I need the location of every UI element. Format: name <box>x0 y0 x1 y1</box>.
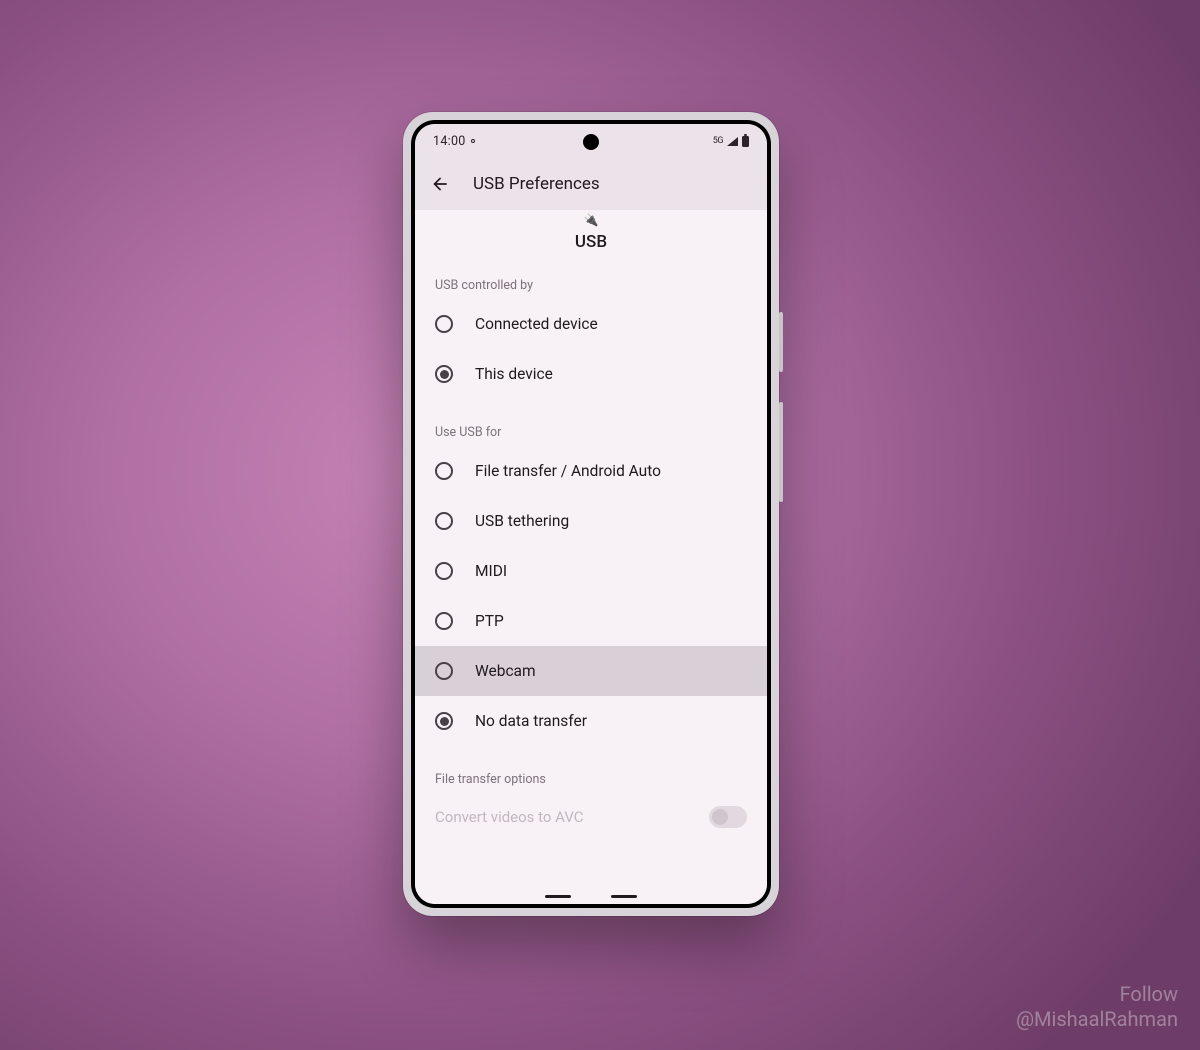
side-button <box>779 402 783 502</box>
signal-icon <box>727 137 738 146</box>
usb-header-label: USB <box>575 232 607 252</box>
status-indicator-icon <box>471 139 475 143</box>
status-time: 14:00 <box>433 134 466 149</box>
arrow-left-icon <box>430 174 450 194</box>
radio-midi[interactable]: MIDI <box>415 546 767 596</box>
radio-icon <box>435 512 453 530</box>
radio-usb-tethering[interactable]: USB tethering <box>415 496 767 546</box>
radio-icon <box>435 365 453 383</box>
radio-label: Connected device <box>475 315 598 333</box>
radio-label: USB tethering <box>475 512 569 530</box>
radio-ptp[interactable]: PTP <box>415 596 767 646</box>
radio-label: File transfer / Android Auto <box>475 462 661 480</box>
back-button[interactable] <box>429 173 451 195</box>
section-title-controlled-by: USB controlled by <box>415 252 767 299</box>
phone-screen: 14:00 5G USB Preferences 🔌 <box>415 124 767 904</box>
page-title: USB Preferences <box>473 174 600 194</box>
radio-label: This device <box>475 365 553 383</box>
radio-webcam[interactable]: Webcam <box>415 646 767 696</box>
section-title-use-for: Use USB for <box>415 399 767 446</box>
radio-connected-device[interactable]: Connected device <box>415 299 767 349</box>
usb-icon: 🔌 <box>584 214 599 226</box>
radio-icon <box>435 712 453 730</box>
radio-label: Webcam <box>475 662 536 680</box>
radio-label: MIDI <box>475 562 507 580</box>
radio-label: PTP <box>475 612 504 630</box>
toggle-convert-avc[interactable]: Convert videos to AVC <box>415 793 767 841</box>
watermark-line1: Follow <box>1016 982 1178 1007</box>
app-bar: USB Preferences <box>415 158 767 210</box>
phone-device-frame: 14:00 5G USB Preferences 🔌 <box>403 112 779 916</box>
toggle-label: Convert videos to AVC <box>435 808 584 826</box>
radio-icon <box>435 315 453 333</box>
radio-icon <box>435 462 453 480</box>
phone-bezel: 14:00 5G USB Preferences 🔌 <box>411 120 771 908</box>
watermark: Follow @MishaalRahman <box>1016 982 1178 1032</box>
radio-no-data-transfer[interactable]: No data transfer <box>415 696 767 746</box>
watermark-line2: @MishaalRahman <box>1016 1007 1178 1032</box>
battery-icon <box>742 136 749 147</box>
radio-file-transfer[interactable]: File transfer / Android Auto <box>415 446 767 496</box>
camera-punch-hole <box>583 134 599 150</box>
usb-header: 🔌 USB <box>415 210 767 252</box>
radio-icon <box>435 662 453 680</box>
radio-this-device[interactable]: This device <box>415 349 767 399</box>
side-button <box>779 312 783 372</box>
section-title-file-transfer: File transfer options <box>415 746 767 793</box>
network-label: 5G <box>713 136 723 146</box>
settings-content[interactable]: 🔌 USB USB controlled by Connected device… <box>415 210 767 904</box>
radio-icon <box>435 562 453 580</box>
gesture-nav-bar <box>545 895 637 898</box>
radio-label: No data transfer <box>475 712 587 730</box>
radio-icon <box>435 612 453 630</box>
switch-off-icon[interactable] <box>709 806 747 828</box>
